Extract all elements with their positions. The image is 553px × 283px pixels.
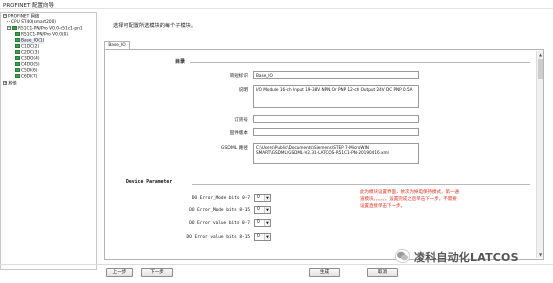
param-select-error-mode-8-15[interactable]: 0 ▼ (254, 206, 271, 214)
tree-item-label: C6DI(7) (21, 74, 38, 80)
tree-item-label: C5DI(6) (21, 68, 38, 74)
vertical-scrollbar[interactable]: ▲ ▼ (536, 51, 543, 258)
module-icon (15, 68, 20, 72)
tree-item-other[interactable]: +其他 (3, 81, 17, 87)
param-label: DO Error_Mode bits 8-15 (189, 208, 250, 213)
module-icon (15, 50, 20, 54)
section-divider (190, 62, 530, 63)
wizard-instruction: 选择可配置所选模块的每个子模块。 (113, 23, 197, 29)
param-select-error-mode-0-7[interactable]: 0 ▼ (254, 194, 271, 202)
next-button[interactable]: 下一步 (141, 268, 173, 277)
tree-item-label: C4DO(5) (21, 62, 40, 68)
module-icon (15, 38, 20, 42)
tree-item-label: R51C1-PN/Pro V0.0(0) (21, 32, 69, 38)
collapse-icon[interactable]: − (3, 14, 7, 18)
tree-item-c6di[interactable]: C6DI(7) (15, 74, 37, 80)
select-value: 0 (257, 207, 260, 212)
short-id-label: 简短标识 (229, 74, 248, 79)
chevron-down-icon[interactable]: ▼ (264, 234, 270, 240)
generate-button[interactable]: 生成 (309, 268, 340, 277)
title-bar: PROFINET 配置向导 (0, 0, 553, 9)
short-id-field: Base_IO (253, 71, 419, 79)
param-select-error-value-8-15[interactable]: 0 ▼ (254, 233, 271, 241)
param-label: DO Error value bits 0-7 (189, 221, 250, 226)
tree-item-label: PROFINET 网络 (8, 14, 40, 20)
tab-base-io[interactable]: Base_IO (104, 41, 130, 49)
module-icon (15, 56, 20, 60)
order-number-label: 订货号 (234, 118, 248, 123)
param-label: DO Error_Mode bits 0-7 (191, 196, 250, 201)
section-title-device-parameter: Device Parameter (126, 180, 173, 185)
tree-item-label: R51C1-PN/Pro V0.0-r51c1-pn1 (18, 26, 83, 32)
prev-button[interactable]: 上一步 (106, 268, 133, 277)
param-label: DO Error value bits 8-15 (186, 235, 250, 240)
tree-item-label: C3DO(4) (21, 56, 40, 62)
module-icon (15, 62, 20, 66)
module-icon (15, 44, 20, 48)
select-value: 0 (257, 220, 260, 225)
select-value: 0 (257, 234, 260, 239)
firmware-version-field (253, 128, 419, 136)
annotation-note: 此为模块设置界面，依次为掉电保持模式，第一通道模块。。。。。。设置完成之后单击下… (360, 190, 459, 209)
module-icon (15, 32, 20, 36)
watermark: 凌科自动化LATCOS (395, 246, 553, 266)
wechat-logo-icon (395, 249, 410, 263)
chevron-down-icon[interactable]: ▼ (264, 207, 270, 213)
tree-item-label: Base_IO(1) (21, 38, 45, 44)
section-title-catalog: 目录 (175, 59, 186, 65)
description-label: 说明 (238, 88, 248, 93)
description-field: I/O Module 16-ch Input 19-38V NPN Or PNP… (253, 85, 419, 108)
window-title: PROFINET 配置向导 (3, 3, 54, 9)
order-number-field (253, 115, 419, 123)
gsdml-path-field: C:\Users\Public\Documents\Siemens\STEP 7… (253, 143, 419, 164)
watermark-text: 凌科自动化LATCOS (414, 251, 519, 264)
tree-item-label: 其他 (8, 81, 17, 87)
module-icon (12, 26, 17, 30)
expand-icon[interactable]: + (3, 81, 7, 85)
project-tree[interactable]: −PROFINET 网络 CPU ST40(smart200) − R51C1-P… (0, 12, 97, 270)
firmware-version-label: 固件版本 (229, 131, 248, 136)
chevron-down-icon[interactable]: ▼ (264, 220, 270, 226)
gsdml-path-label: GSDML 路径 (220, 146, 248, 151)
section-divider (192, 184, 530, 185)
select-value: 0 (257, 195, 260, 200)
tree-item-label: CPU ST40(smart200) (11, 20, 56, 25)
cancel-button[interactable]: 取消 (367, 268, 398, 277)
collapse-icon[interactable]: − (7, 26, 11, 30)
tree-item-label: C1DC(2) (21, 44, 40, 50)
module-icon (15, 74, 20, 78)
param-select-error-value-0-7[interactable]: 0 ▼ (254, 219, 271, 227)
chevron-down-icon[interactable]: ▼ (264, 195, 270, 201)
scrollbar-thumb[interactable] (538, 59, 543, 79)
tree-item-label: C2DC(3) (21, 50, 40, 56)
scroll-up-icon[interactable]: ▲ (538, 52, 543, 57)
